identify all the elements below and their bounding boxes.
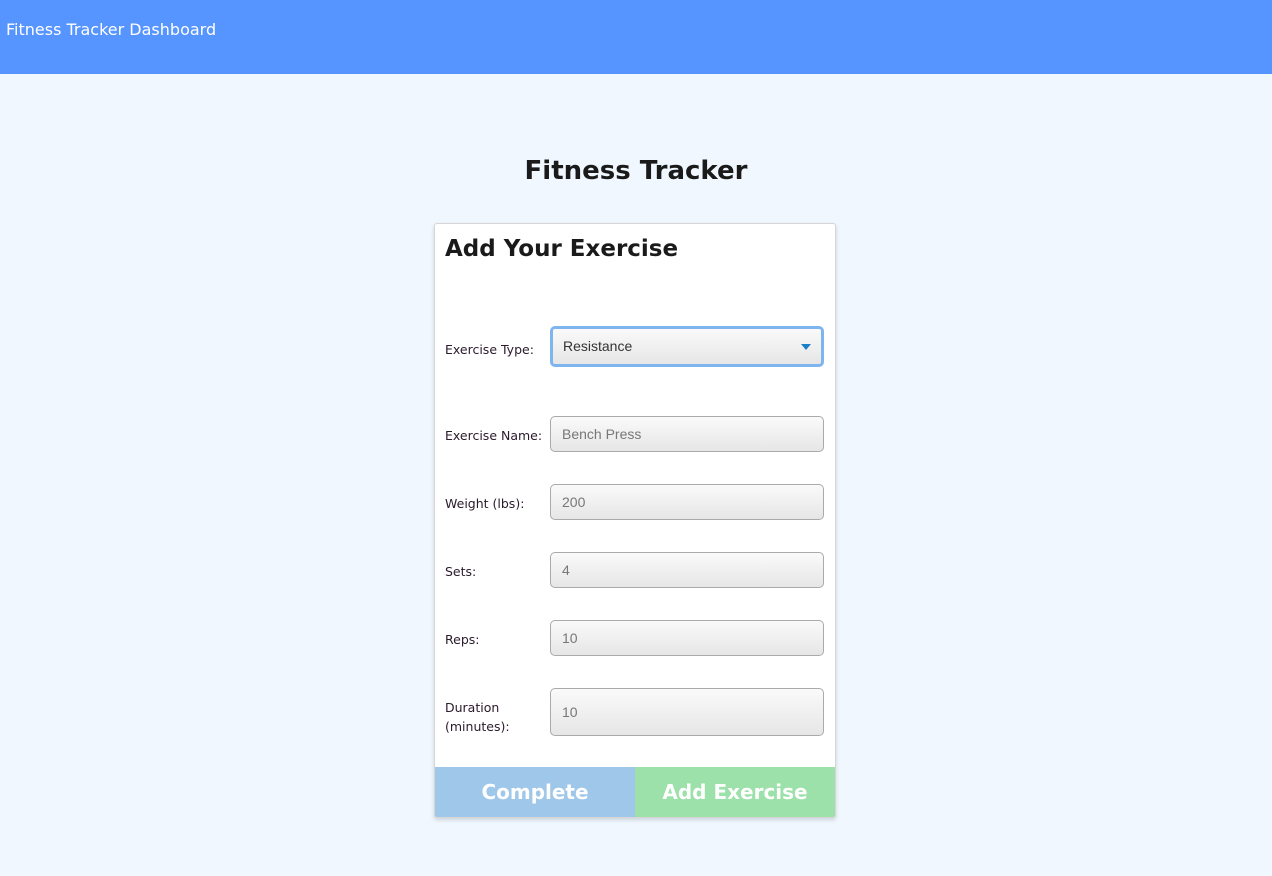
duration-label: Duration (minutes): (445, 698, 510, 736)
exercise-type-select[interactable]: Resistance (550, 326, 824, 367)
add-exercise-card: Add Your Exercise Exercise Type: Resista… (434, 223, 836, 818)
top-navbar: Fitness Tracker Dashboard (0, 0, 1272, 74)
exercise-name-row: Exercise Name: (445, 416, 825, 454)
exercise-type-row: Exercise Type: Resistance (445, 326, 825, 371)
complete-button[interactable]: Complete (435, 767, 635, 817)
reps-input[interactable] (550, 620, 824, 656)
form-title: Add Your Exercise (445, 236, 679, 262)
reps-row: Reps: (445, 620, 825, 658)
weight-label: Weight (lbs): (445, 496, 525, 511)
exercise-type-label: Exercise Type: (445, 342, 534, 357)
weight-row: Weight (lbs): (445, 484, 825, 522)
sets-input[interactable] (550, 552, 824, 588)
chevron-down-icon (801, 344, 811, 350)
duration-row: Duration (minutes): (445, 688, 825, 736)
duration-label-line2: (minutes): (445, 719, 510, 734)
page-title: Fitness Tracker (524, 156, 748, 186)
add-exercise-button[interactable]: Add Exercise (635, 767, 835, 817)
sets-label: Sets: (445, 564, 477, 579)
sets-row: Sets: (445, 552, 825, 590)
weight-input[interactable] (550, 484, 824, 520)
exercise-name-input[interactable] (550, 416, 824, 452)
exercise-type-value: Resistance (563, 338, 633, 354)
app-title[interactable]: Fitness Tracker Dashboard (6, 20, 216, 39)
exercise-name-label: Exercise Name: (445, 428, 543, 443)
reps-label: Reps: (445, 632, 480, 647)
duration-input[interactable] (550, 688, 824, 736)
duration-label-line1: Duration (445, 700, 500, 715)
